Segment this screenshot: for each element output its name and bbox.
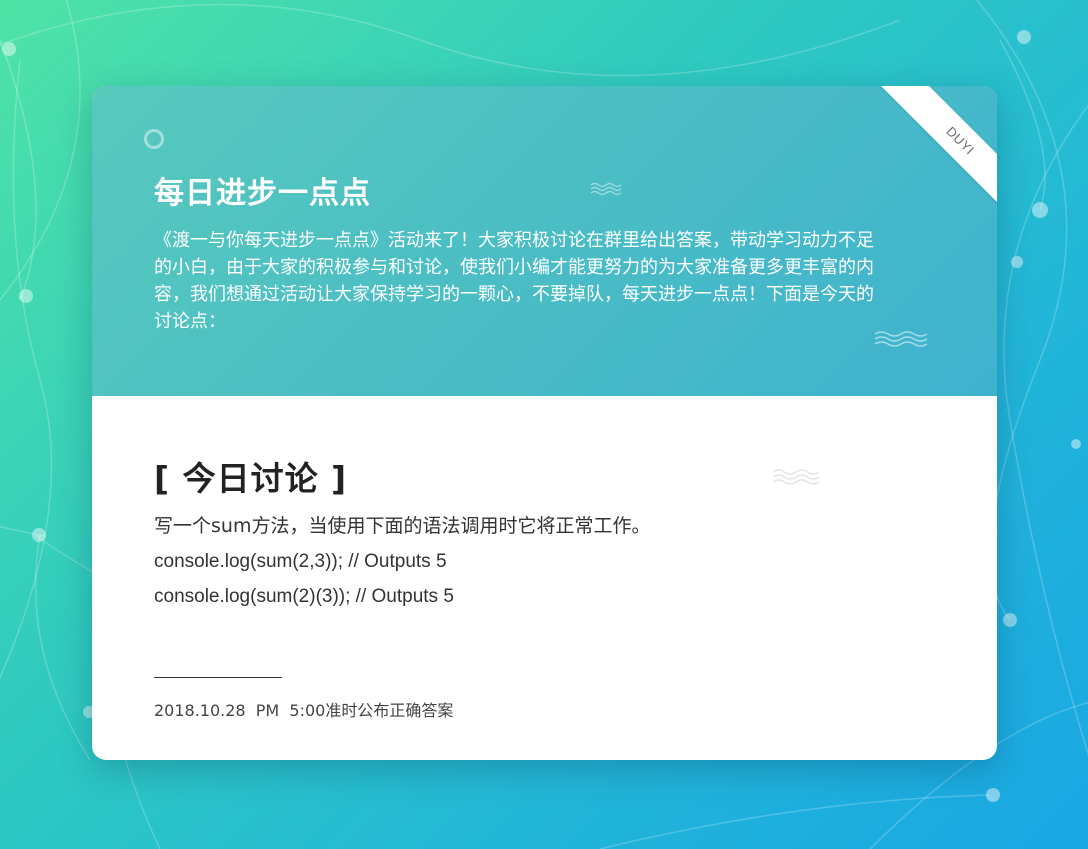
wave-icon <box>772 469 820 485</box>
code-line: console.log(sum(2)(3)); // Outputs 5 <box>154 586 454 607</box>
card-header: 每日进步一点点 《渡一与你每天进步一点点》活动来了！大家积极讨论在群里给出答案，… <box>92 86 997 396</box>
code-line: console.log(sum(2,3)); // Outputs 5 <box>154 551 447 572</box>
discussion-title: [ 今日讨论 ] <box>154 459 348 498</box>
divider <box>154 677 282 678</box>
discussion-card: 每日进步一点点 《渡一与你每天进步一点点》活动来了！大家积极讨论在群里给出答案，… <box>92 86 997 760</box>
page-title: 每日进步一点点 <box>154 176 371 211</box>
ribbon-label: DUYI <box>880 86 997 221</box>
discussion-body: 写一个sum方法，当使用下面的语法调用时它将正常工作。 console.log(… <box>154 509 650 614</box>
poster-background: 每日进步一点点 《渡一与你每天进步一点点》活动来了！大家积极讨论在群里给出答案，… <box>0 0 1088 849</box>
answer-time-note: 2018.10.28 PM 5:00准时公布正确答案 <box>154 701 454 720</box>
intro-text: 《渡一与你每天进步一点点》活动来了！大家积极讨论在群里给出答案，带动学习动力不足… <box>154 230 874 332</box>
ring-icon <box>144 129 164 149</box>
corner-ribbon: DUYI <box>847 86 997 236</box>
wave-icon <box>590 182 622 196</box>
question-text: 写一个sum方法，当使用下面的语法调用时它将正常工作。 <box>154 515 651 537</box>
